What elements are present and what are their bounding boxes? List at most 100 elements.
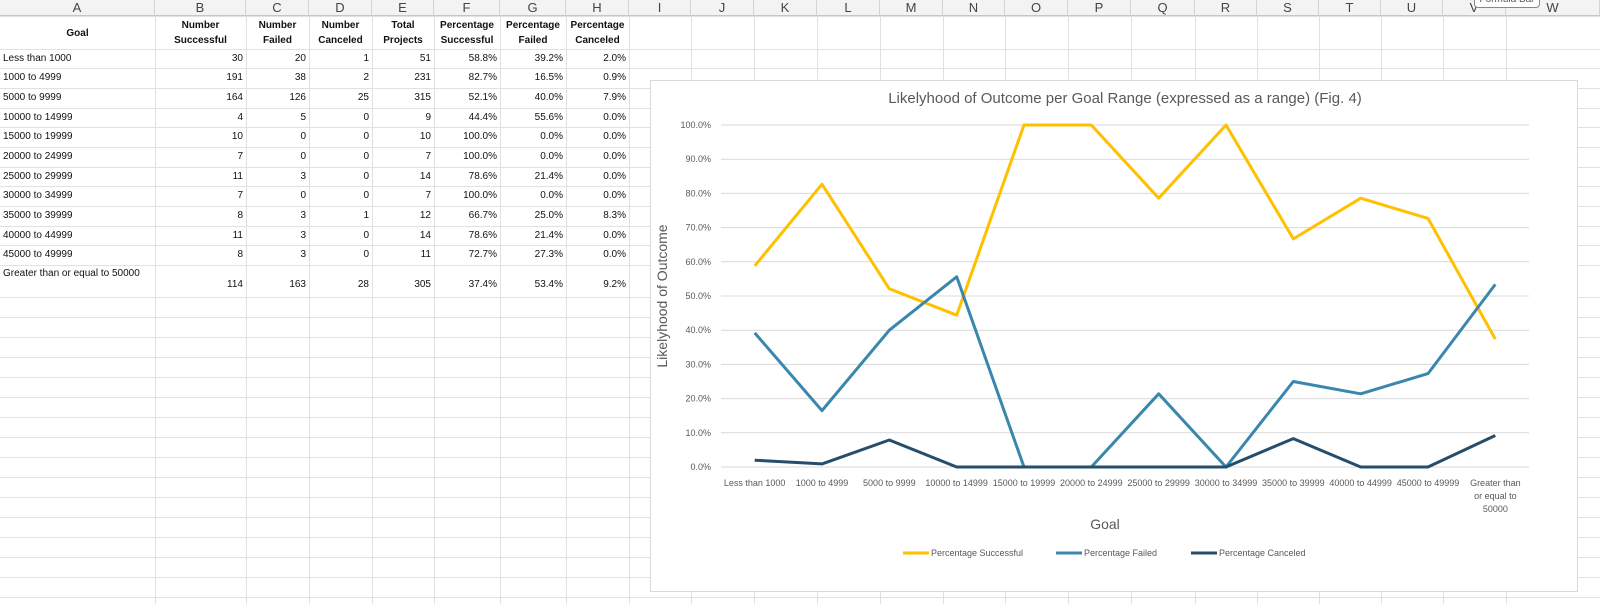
goal-cell[interactable]: Greater than or equal to 50000	[0, 265, 155, 297]
value-cell[interactable]: 21.4%	[500, 167, 566, 186]
value-cell[interactable]: 10	[155, 127, 246, 147]
value-cell[interactable]: 14	[372, 226, 434, 245]
column-header-a[interactable]: A	[0, 0, 155, 16]
column-header-g[interactable]: G	[500, 0, 566, 16]
column-header-p[interactable]: P	[1068, 0, 1131, 16]
value-cell[interactable]: 0.0%	[566, 167, 629, 186]
value-cell[interactable]: 44.4%	[434, 108, 500, 127]
value-cell[interactable]: 0	[246, 127, 309, 147]
value-cell[interactable]: 2.0%	[566, 49, 629, 68]
value-cell[interactable]: 3	[246, 245, 309, 265]
value-cell[interactable]: 100.0%	[434, 147, 500, 167]
goal-cell[interactable]: 40000 to 44999	[0, 226, 155, 245]
value-cell[interactable]: 5	[246, 108, 309, 127]
goal-cell[interactable]: 5000 to 9999	[0, 88, 155, 108]
value-cell[interactable]: 37.4%	[434, 265, 500, 297]
column-header-e[interactable]: E	[372, 0, 434, 16]
table-header-cell[interactable]: Number Failed	[246, 17, 309, 49]
table-header-cell[interactable]: Percentage Canceled	[566, 17, 629, 49]
value-cell[interactable]: 305	[372, 265, 434, 297]
column-header-c[interactable]: C	[246, 0, 309, 16]
value-cell[interactable]: 0	[246, 186, 309, 206]
value-cell[interactable]: 78.6%	[434, 226, 500, 245]
value-cell[interactable]: 0.0%	[500, 127, 566, 147]
table-header-cell[interactable]: Number Canceled	[309, 17, 372, 49]
value-cell[interactable]: 2	[309, 68, 372, 88]
value-cell[interactable]: 1	[309, 206, 372, 226]
value-cell[interactable]: 0.0%	[566, 108, 629, 127]
value-cell[interactable]: 0	[309, 245, 372, 265]
value-cell[interactable]: 1	[309, 49, 372, 68]
value-cell[interactable]: 8	[155, 206, 246, 226]
formula-bar-button[interactable]: Formula Bar	[1474, 0, 1540, 8]
value-cell[interactable]: 0.0%	[566, 147, 629, 167]
column-header-t[interactable]: T	[1319, 0, 1381, 16]
value-cell[interactable]: 11	[372, 245, 434, 265]
value-cell[interactable]: 78.6%	[434, 167, 500, 186]
value-cell[interactable]: 7.9%	[566, 88, 629, 108]
goal-cell[interactable]: 10000 to 14999	[0, 108, 155, 127]
value-cell[interactable]: 163	[246, 265, 309, 297]
table-header-cell[interactable]: Total Projects	[372, 17, 434, 49]
value-cell[interactable]: 25.0%	[500, 206, 566, 226]
value-cell[interactable]: 0	[309, 186, 372, 206]
value-cell[interactable]: 25	[309, 88, 372, 108]
value-cell[interactable]: 0.9%	[566, 68, 629, 88]
line-chart[interactable]: Likelyhood of Outcome per Goal Range (ex…	[650, 80, 1578, 592]
value-cell[interactable]: 21.4%	[500, 226, 566, 245]
value-cell[interactable]: 100.0%	[434, 186, 500, 206]
value-cell[interactable]: 53.4%	[500, 265, 566, 297]
value-cell[interactable]: 8	[155, 245, 246, 265]
value-cell[interactable]: 0.0%	[500, 147, 566, 167]
value-cell[interactable]: 0.0%	[566, 127, 629, 147]
value-cell[interactable]: 51	[372, 49, 434, 68]
value-cell[interactable]: 12	[372, 206, 434, 226]
column-header-h[interactable]: H	[566, 0, 629, 16]
column-header-s[interactable]: S	[1257, 0, 1319, 16]
value-cell[interactable]: 14	[372, 167, 434, 186]
column-header-u[interactable]: U	[1381, 0, 1443, 16]
value-cell[interactable]: 10	[372, 127, 434, 147]
value-cell[interactable]: 3	[246, 167, 309, 186]
goal-cell[interactable]: 45000 to 49999	[0, 245, 155, 265]
goal-cell[interactable]: 35000 to 39999	[0, 206, 155, 226]
value-cell[interactable]: 27.3%	[500, 245, 566, 265]
value-cell[interactable]: 28	[309, 265, 372, 297]
value-cell[interactable]: 11	[155, 167, 246, 186]
value-cell[interactable]: 72.7%	[434, 245, 500, 265]
value-cell[interactable]: 7	[372, 186, 434, 206]
value-cell[interactable]: 58.8%	[434, 49, 500, 68]
column-header-d[interactable]: D	[309, 0, 372, 16]
value-cell[interactable]: 0	[309, 226, 372, 245]
goal-cell[interactable]: 25000 to 29999	[0, 167, 155, 186]
value-cell[interactable]: 0	[309, 167, 372, 186]
goal-cell[interactable]: 1000 to 4999	[0, 68, 155, 88]
value-cell[interactable]: 0.0%	[566, 245, 629, 265]
value-cell[interactable]: 3	[246, 206, 309, 226]
goal-cell[interactable]: 20000 to 24999	[0, 147, 155, 167]
value-cell[interactable]: 52.1%	[434, 88, 500, 108]
value-cell[interactable]: 7	[155, 147, 246, 167]
column-header-l[interactable]: L	[817, 0, 880, 16]
column-header-i[interactable]: I	[629, 0, 691, 16]
column-header-k[interactable]: K	[754, 0, 817, 16]
value-cell[interactable]: 8.3%	[566, 206, 629, 226]
table-header-cell[interactable]: Goal	[0, 17, 155, 49]
value-cell[interactable]: 9	[372, 108, 434, 127]
value-cell[interactable]: 164	[155, 88, 246, 108]
value-cell[interactable]: 39.2%	[500, 49, 566, 68]
column-header-b[interactable]: B	[155, 0, 246, 16]
value-cell[interactable]: 0.0%	[566, 186, 629, 206]
value-cell[interactable]: 7	[372, 147, 434, 167]
value-cell[interactable]: 3	[246, 226, 309, 245]
goal-cell[interactable]: Less than 1000	[0, 49, 155, 68]
goal-cell[interactable]: 15000 to 19999	[0, 127, 155, 147]
value-cell[interactable]: 82.7%	[434, 68, 500, 88]
table-header-cell[interactable]: Percentage Successful	[434, 17, 500, 49]
table-header-cell[interactable]: Percentage Failed	[500, 17, 566, 49]
value-cell[interactable]: 66.7%	[434, 206, 500, 226]
value-cell[interactable]: 191	[155, 68, 246, 88]
value-cell[interactable]: 0	[309, 108, 372, 127]
value-cell[interactable]: 0.0%	[566, 226, 629, 245]
value-cell[interactable]: 114	[155, 265, 246, 297]
